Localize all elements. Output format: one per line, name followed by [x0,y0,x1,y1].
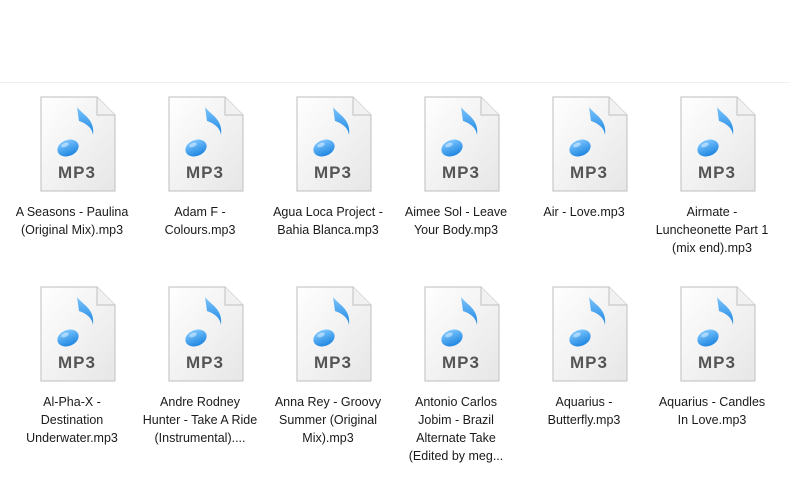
file-item[interactable]: MP3 Adam F - Colours.mp3 [138,83,262,269]
file-item[interactable]: MP3 A Seasons - Paulina (Original Mix).mp… [10,83,134,269]
file-name-label: Agua Loca Project - Bahia Blanca.mp3 [273,205,383,237]
file-item[interactable]: MP3 Aimee Sol - Leave Your Body.mp3 [394,83,518,269]
file-icon-grid: MP3 A Seasons - Paulina (Original Mix).mp… [0,83,790,478]
file-type-badge: MP3 [698,163,736,182]
file-name-label: Aimee Sol - Leave Your Body.mp3 [404,205,508,237]
file-name-label: Aquarius - Candles In Love.mp3 [658,395,766,427]
file-explorer-window: MP3 A Seasons - Paulina (Original Mix).mp… [0,0,800,500]
file-type-badge: MP3 [698,353,736,372]
file-name-label: Aquarius - Butterfly.mp3 [547,395,621,427]
file-name-label: Al-Pha-X - Destination Underwater.mp3 [26,395,118,445]
file-name-label: Adam F - Colours.mp3 [164,205,236,237]
file-name-label: Andre Rodney Hunter - Take A Ride (Instr… [142,395,258,445]
file-type-badge: MP3 [442,353,480,372]
file-item[interactable]: MP3 Aquarius - Candles In Love.mp3 [650,273,774,459]
file-type-badge: MP3 [442,163,480,182]
file-item[interactable]: MP3 Agua Loca Project - Bahia Blanca.mp3 [266,83,390,269]
scrollbar-gutter [790,82,800,477]
file-type-badge: MP3 [58,353,96,372]
file-item[interactable]: MP3 Anna Rey - Groovy Summer (Original Mi… [266,273,390,459]
file-name-label: Anna Rey - Groovy Summer (Original Mix).… [274,395,382,445]
file-view-pane: MP3 A Seasons - Paulina (Original Mix).mp… [0,82,790,478]
file-type-badge: MP3 [314,163,352,182]
file-item[interactable]: MP3 Air - Love.mp3 [522,83,646,269]
file-type-badge: MP3 [314,353,352,372]
file-item[interactable]: MP3 Airmate - Luncheonette Part 1 (mix en… [650,83,774,269]
file-item[interactable]: MP3 Aquarius - Butterfly.mp3 [522,273,646,459]
file-type-badge: MP3 [186,353,224,372]
file-name-label: Antonio Carlos Jobim - Brazil Alternate … [408,395,504,463]
file-type-badge: MP3 [186,163,224,182]
file-item[interactable]: MP3 Al-Pha-X - Destination Underwater.mp3 [10,273,134,459]
file-item[interactable]: MP3 Antonio Carlos Jobim - Brazil Alterna… [394,273,518,463]
file-type-badge: MP3 [570,353,608,372]
file-type-badge: MP3 [570,163,608,182]
file-name-label: Air - Love.mp3 [543,205,625,219]
file-item[interactable]: MP3 Andre Rodney Hunter - Take A Ride (In… [138,273,262,459]
file-name-label: A Seasons - Paulina (Original Mix).mp3 [15,205,129,237]
file-name-label: Airmate - Luncheonette Part 1 (mix end).… [655,205,769,255]
file-type-badge: MP3 [58,163,96,182]
